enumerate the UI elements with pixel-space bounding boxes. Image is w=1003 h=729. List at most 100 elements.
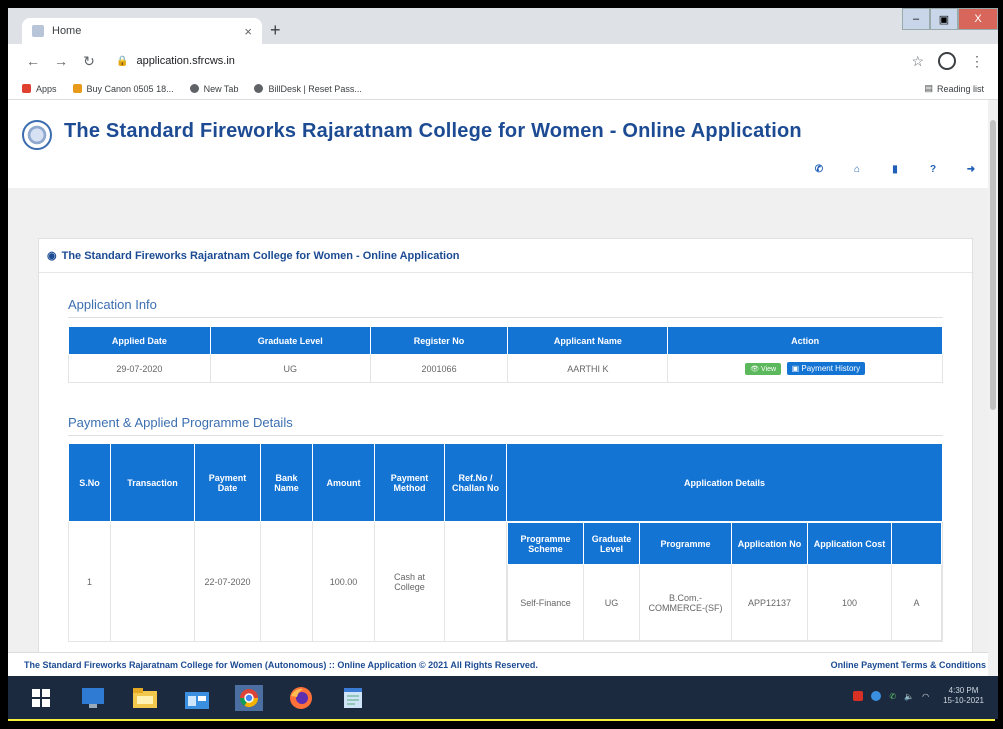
section-divider [68, 317, 943, 318]
site-footer: The Standard Fireworks Rajaratnam Colleg… [8, 652, 998, 676]
reading-list-button[interactable]: ▤ Reading list [924, 83, 984, 94]
subcol-programme: Programme [639, 522, 732, 565]
cell-applicant-name: AARTHI K [507, 354, 669, 383]
cell-bank-name [260, 521, 313, 642]
close-window-button[interactable]: X [958, 8, 998, 30]
application-info-title: Application Info [68, 297, 157, 312]
notepad-icon[interactable] [338, 684, 368, 712]
lock-icon: 🔒 [116, 55, 129, 67]
subcol-overflow [891, 522, 942, 565]
remote-desktop-icon[interactable] [78, 684, 108, 712]
browser-toolbar: ← → ↻ 🔒 application.sfrcws.in ☆ ⋮ [8, 44, 998, 78]
tab-bar: Home × + – ▣ X [8, 8, 998, 44]
system-tray: ✆ 🔈 ◠ 4:30 PM 15-10-2021 [853, 686, 984, 706]
antivirus-icon[interactable] [853, 691, 864, 701]
taskbar-clock[interactable]: 4:30 PM 15-10-2021 [943, 686, 984, 706]
store-icon[interactable] [182, 684, 212, 712]
col-amount: Amount [312, 443, 375, 522]
windows-taskbar: ✆ 🔈 ◠ 4:30 PM 15-10-2021 [8, 676, 998, 719]
col-action: Action [667, 326, 943, 355]
clock-date: 15-10-2021 [943, 696, 984, 705]
terms-link[interactable]: Online Payment Terms & Conditions [831, 660, 986, 670]
bookmark-new-tab[interactable]: New Tab [189, 83, 239, 94]
network-monitor-icon[interactable] [871, 691, 882, 701]
payment-history-label: Payment History [801, 364, 861, 373]
application-info-table: Applied Date Graduate Level Register No … [68, 326, 943, 383]
screen: Home × + – ▣ X ← → ↻ 🔒 application.sfrcw… [8, 8, 998, 719]
subcell-programme-scheme: Self-Finance [507, 564, 584, 641]
bookmark-label: New Tab [203, 83, 239, 94]
reading-list-label: Reading list [936, 83, 984, 94]
col-transaction: Transaction [110, 443, 195, 522]
cell-register-no: 2001066 [369, 354, 509, 383]
chrome-icon[interactable] [234, 684, 264, 712]
footer-copyright: The Standard Fireworks Rajaratnam Colleg… [24, 659, 538, 670]
bookmark-billdesk[interactable]: BillDesk | Reset Pass... [254, 83, 362, 94]
bookmark-apps[interactable]: Apps [22, 84, 57, 94]
tab-favicon-icon [32, 25, 44, 37]
col-application-details: Application Details [506, 443, 943, 522]
scrollbar-thumb[interactable] [990, 120, 996, 410]
page-scrollbar[interactable] [988, 100, 998, 676]
college-logo [22, 120, 52, 150]
reading-list-icon: ▤ [924, 83, 933, 93]
application-panel: ◉ The Standard Fireworks Rajaratnam Coll… [38, 238, 974, 676]
back-arrow-icon[interactable]: ← [22, 53, 44, 69]
bookmark-icon[interactable]: ▮ [886, 164, 904, 175]
site-title: The Standard Fireworks Rajaratnam Colleg… [64, 120, 802, 142]
cell-ref-no [444, 521, 507, 642]
home-icon[interactable]: ⌂ [848, 164, 866, 175]
view-button[interactable]: 👁 View [745, 363, 782, 375]
amazon-icon [72, 84, 82, 93]
panel-heading-text: The Standard Fireworks Rajaratnam Colleg… [61, 249, 460, 262]
cell-payment-method: Cash at College [374, 521, 445, 642]
bookmark-label: Apps [36, 83, 57, 94]
tab-close-icon[interactable]: × [244, 24, 252, 39]
window-controls: – ▣ X [902, 8, 998, 30]
cell-graduate-level: UG [209, 354, 371, 383]
subcol-application-cost: Application Cost [807, 522, 892, 565]
payment-history-button[interactable]: ▣ Payment History [786, 362, 866, 375]
firefox-icon[interactable] [286, 684, 316, 712]
volume-icon[interactable]: 🔈 [904, 692, 914, 701]
menu-kebab-icon[interactable]: ⋮ [970, 53, 984, 70]
help-icon[interactable]: ? [924, 164, 942, 175]
file-explorer-icon[interactable] [130, 684, 160, 712]
browser-tab-home[interactable]: Home × [22, 18, 262, 44]
view-button-label: View [761, 366, 777, 373]
dashboard-icon: ◉ [47, 250, 57, 262]
url-text: application.sfrcws.in [136, 55, 235, 67]
phone-link-icon[interactable]: ✆ [889, 692, 896, 701]
col-ref-no: Ref.No / Challan No [444, 443, 507, 522]
address-bar[interactable]: 🔒 application.sfrcws.in [106, 48, 911, 74]
forward-arrow-icon[interactable]: → [50, 53, 72, 69]
subcell-programme: B.Com.-COMMERCE-(SF) [639, 564, 732, 641]
bookmark-label: BillDesk | Reset Pass... [268, 83, 362, 94]
maximize-button[interactable]: ▣ [930, 8, 958, 30]
cell-payment-date: 22-07-2020 [194, 521, 261, 642]
subcell-graduate-level: UG [583, 564, 640, 641]
star-icon[interactable]: ☆ [911, 53, 924, 70]
panel-heading: ◉ The Standard Fireworks Rajaratnam Coll… [39, 239, 974, 273]
cell-transaction [110, 521, 195, 642]
col-register-no: Register No [369, 326, 509, 355]
cell-amount: 100.00 [312, 521, 375, 642]
reload-icon[interactable]: ↻ [78, 53, 100, 70]
bookmark-amazon[interactable]: Buy Canon 0505 18... [72, 84, 174, 94]
profile-avatar-icon[interactable] [938, 52, 956, 70]
logout-icon[interactable]: ➜ [962, 164, 980, 175]
windows-start-icon[interactable] [26, 684, 56, 712]
cell-applied-date: 29-07-2020 [68, 354, 211, 383]
table-row: Self-Finance UG B.Com.-COMMERCE-(SF) APP… [507, 564, 942, 641]
minimize-button[interactable]: – [902, 8, 930, 30]
cell-application-details: Programme Scheme Graduate Level Programm… [506, 521, 943, 642]
bookmarks-bar: Apps Buy Canon 0505 18... New Tab BillDe… [8, 78, 998, 100]
wifi-icon[interactable]: ◠ [922, 692, 929, 701]
clock-time: 4:30 PM [948, 686, 979, 695]
col-graduate-level: Graduate Level [209, 326, 371, 355]
new-tab-button[interactable]: + [270, 20, 281, 40]
col-sno: S.No [68, 443, 111, 522]
phone-icon[interactable]: ✆ [810, 164, 828, 175]
payment-details-table: S.No Transaction Payment Date Bank Name … [68, 443, 943, 642]
col-applied-date: Applied Date [68, 326, 211, 355]
